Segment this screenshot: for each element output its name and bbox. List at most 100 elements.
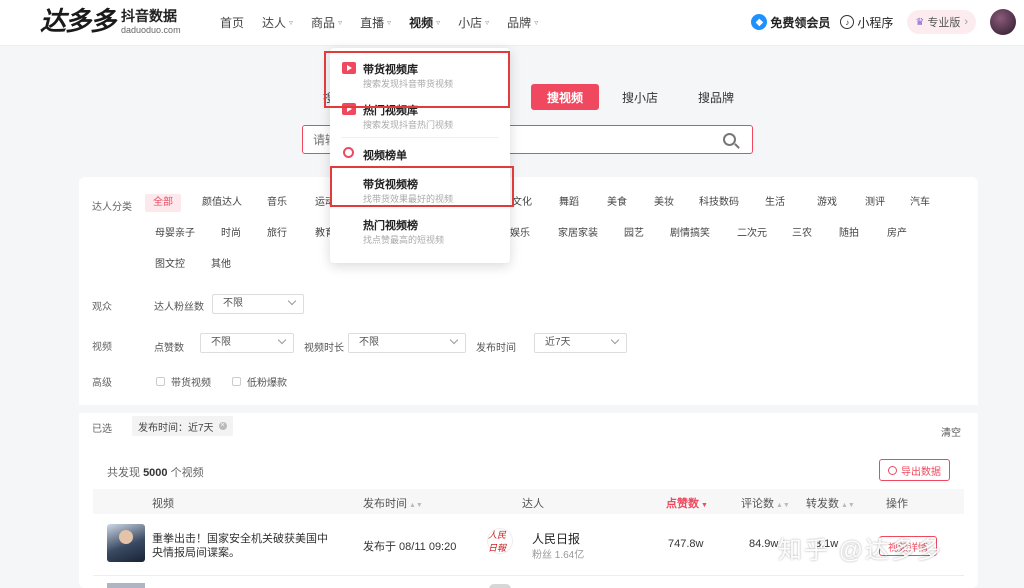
category-tag[interactable]: 二次元 bbox=[729, 225, 775, 243]
nav-home[interactable]: 首页 bbox=[220, 14, 244, 31]
highlight-box bbox=[330, 166, 514, 207]
col-video: 视频 bbox=[152, 498, 174, 510]
audience-label: 观众 bbox=[92, 302, 112, 313]
pro-edition-badge[interactable]: ♛ 专业版 › bbox=[907, 10, 976, 34]
user-avatar[interactable] bbox=[990, 9, 1016, 35]
vip-icon: ◆ bbox=[751, 14, 768, 30]
category-tag[interactable]: 母婴亲子 bbox=[147, 225, 203, 243]
brand-name: 抖音数据 bbox=[121, 8, 178, 24]
category-tag[interactable]: 舞蹈 bbox=[551, 194, 587, 212]
category-tag[interactable]: 全部 bbox=[145, 194, 181, 212]
chevron-down-icon: ▿ bbox=[289, 18, 294, 27]
chevron-down-icon: ▿ bbox=[387, 18, 392, 27]
advanced-label: 高级 bbox=[92, 378, 112, 389]
category-tag[interactable]: 美妆 bbox=[646, 194, 682, 212]
sort-icon: ▲▼ bbox=[776, 502, 790, 509]
category-tag[interactable]: 时尚 bbox=[213, 225, 249, 243]
likes-select[interactable]: 不限 bbox=[200, 333, 294, 353]
mini-program-button[interactable]: ♪ 小程序 bbox=[840, 14, 893, 31]
medal-icon bbox=[343, 147, 354, 158]
kol-name[interactable]: 人民日报 bbox=[532, 530, 580, 547]
kol-avatar bbox=[489, 584, 511, 588]
selected-label: 已选 bbox=[92, 424, 112, 435]
col-comments[interactable]: 评论数 ▲▼ bbox=[741, 495, 790, 511]
tab-search-brand[interactable]: 搜品牌 bbox=[688, 84, 744, 110]
comments-cell: 84.9w bbox=[749, 538, 779, 550]
selected-filter-chip[interactable]: 发布时间：近7天 × bbox=[132, 416, 233, 436]
category-tag[interactable]: 家居家装 bbox=[550, 225, 606, 243]
clear-filters-link[interactable]: 清空 bbox=[941, 424, 961, 439]
nav-goods[interactable]: 商品 ▿ bbox=[311, 14, 342, 31]
menu-item-hot-video-ranking[interactable]: 热门视频榜 找点赞最高的短视频 bbox=[330, 210, 510, 250]
video-label: 视频 bbox=[92, 342, 112, 353]
filter-card: 达人分类 全部 颜值达人 音乐 运动 文化 舞蹈 美食 美妆 科技数码 生活 游戏 测评 汽车 母婴亲子… bbox=[79, 177, 978, 588]
low-fans-hit-checkbox[interactable]: 低粉爆款 bbox=[232, 374, 287, 389]
category-tag[interactable]: 剧情搞笑 bbox=[662, 225, 718, 243]
chevron-down-icon: ▿ bbox=[534, 18, 539, 27]
likes-label: 点赞数 bbox=[154, 343, 184, 354]
free-vip-button[interactable]: ◆ 免费领会员 bbox=[751, 14, 830, 31]
watermark: 知乎 @达多多 bbox=[778, 537, 944, 564]
tab-search-shop[interactable]: 搜小店 bbox=[612, 84, 668, 110]
crown-icon: ♛ bbox=[915, 16, 925, 28]
category-tag[interactable]: 其他 bbox=[203, 256, 239, 274]
col-shares[interactable]: 转发数 ▲▼ bbox=[806, 495, 855, 511]
category-tag[interactable]: 游戏 bbox=[809, 194, 845, 212]
nav-live[interactable]: 直播 ▿ bbox=[360, 14, 391, 31]
search-icon[interactable] bbox=[723, 133, 736, 146]
highlight-box bbox=[324, 51, 510, 108]
nav-kol[interactable]: 达人 ▿ bbox=[262, 14, 293, 31]
likes-cell: 747.8w bbox=[668, 538, 704, 550]
publish-time-select[interactable]: 近7天 bbox=[534, 333, 627, 353]
mini-program-icon: ♪ bbox=[840, 15, 855, 29]
nav-video[interactable]: 视频 ▿ bbox=[409, 14, 440, 31]
category-tag[interactable]: 随拍 bbox=[831, 225, 867, 243]
category-tag[interactable]: 测评 bbox=[857, 194, 893, 212]
fans-label: 达人粉丝数 bbox=[154, 302, 204, 313]
category-tag[interactable]: 图文控 bbox=[147, 256, 193, 274]
category-tag[interactable]: 美食 bbox=[599, 194, 635, 212]
tab-search-video[interactable]: 搜视频 bbox=[531, 84, 599, 110]
logo-mark: 达多多 bbox=[40, 6, 116, 36]
col-likes[interactable]: 点赞数 ▼ bbox=[666, 495, 708, 511]
brand-logo[interactable]: 达多多 抖音数据 daduoduo.com bbox=[40, 6, 181, 36]
col-ops: 操作 bbox=[886, 498, 908, 510]
kol-avatar[interactable]: 人民日報 bbox=[487, 528, 513, 554]
menu-section-video-ranking: 视频榜单 bbox=[330, 140, 510, 168]
category-tag[interactable]: 音乐 bbox=[259, 194, 295, 212]
category-tag[interactable]: 旅行 bbox=[259, 225, 295, 243]
sort-icon: ▲▼ bbox=[409, 502, 423, 509]
nav-brand[interactable]: 品牌 ▿ bbox=[507, 14, 538, 31]
brand-domain: daduoduo.com bbox=[121, 25, 181, 35]
chevron-down-icon: ▿ bbox=[485, 18, 490, 27]
category-tag[interactable]: 三农 bbox=[784, 225, 820, 243]
chevron-down-icon bbox=[610, 335, 620, 345]
chevron-down-icon bbox=[287, 296, 297, 306]
video-title[interactable]: 重拳出击！国家安全机关破获美国中央情报局间谍案。 bbox=[152, 532, 332, 560]
category-tag[interactable]: 房产 bbox=[879, 225, 915, 243]
export-data-button[interactable]: 导出数据 bbox=[879, 459, 950, 481]
top-header: 达多多 抖音数据 daduoduo.com 首页 达人 ▿ 商品 ▿ 直播 ▿ 视频 ▿… bbox=[0, 0, 1024, 46]
col-publish-time[interactable]: 发布时间 ▲▼ bbox=[363, 495, 423, 511]
table-row[interactable] bbox=[93, 577, 964, 588]
close-icon[interactable]: × bbox=[218, 422, 227, 430]
category-tag[interactable]: 颜值达人 bbox=[194, 194, 250, 212]
video-thumbnail[interactable] bbox=[107, 524, 145, 562]
publish-time-label: 发布时间 bbox=[476, 343, 516, 354]
video-thumbnail bbox=[107, 583, 145, 588]
category-tag[interactable]: 园艺 bbox=[616, 225, 652, 243]
goods-video-checkbox[interactable]: 带货视频 bbox=[156, 374, 211, 389]
duration-label: 视频时长 bbox=[304, 343, 344, 354]
fans-select[interactable]: 不限 bbox=[212, 294, 304, 314]
category-tag[interactable]: 科技数码 bbox=[691, 194, 747, 212]
category-tag[interactable]: 生活 bbox=[757, 194, 793, 212]
category-tag[interactable]: 汽车 bbox=[902, 194, 938, 212]
nav-shop[interactable]: 小店 ▿ bbox=[458, 14, 489, 31]
col-kol: 达人 bbox=[522, 498, 544, 510]
kol-fans: 粉丝 1.64亿 bbox=[532, 550, 585, 561]
chevron-down-icon bbox=[277, 335, 287, 345]
main-nav: 首页 达人 ▿ 商品 ▿ 直播 ▿ 视频 ▿ 小店 ▿ 品牌 ▿ bbox=[220, 14, 556, 31]
chevron-down-icon: ▿ bbox=[338, 18, 343, 27]
table-header: 视频 发布时间 ▲▼ 达人 点赞数 ▼ 评论数 ▲▼ 转发数 ▲▼ 操作 bbox=[93, 489, 964, 514]
duration-select[interactable]: 不限 bbox=[348, 333, 466, 353]
